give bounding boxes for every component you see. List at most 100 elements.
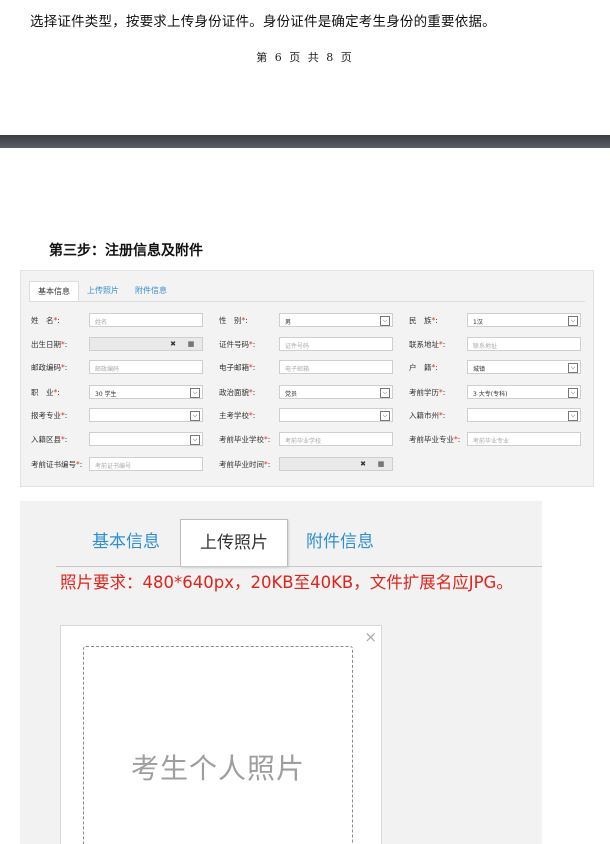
- calendar-icon[interactable]: ▦: [184, 338, 198, 350]
- label-colon: :: [64, 363, 68, 372]
- tab-basic-info[interactable]: 基本信息: [29, 281, 79, 301]
- field-label: 考前毕业专业*:: [409, 434, 460, 445]
- label-colon: :: [267, 460, 271, 469]
- chevron-down-icon: ⌵: [568, 388, 578, 398]
- chevron-down-icon: ⌵: [568, 411, 578, 421]
- field-label-text: 考前毕业学校: [219, 435, 264, 444]
- text-input[interactable]: 联系地址: [467, 337, 581, 351]
- field-label-text: 主考学校: [219, 411, 249, 420]
- text-input[interactable]: 考前毕业专业: [467, 432, 581, 446]
- label-colon: :: [252, 388, 256, 397]
- chevron-down-icon: ⌵: [190, 411, 200, 421]
- field-label: 联系地址*:: [409, 339, 445, 350]
- label-colon: :: [57, 316, 60, 325]
- field-label-text: 考前毕业专业: [409, 435, 454, 444]
- label-colon: :: [252, 363, 256, 372]
- select-field[interactable]: ⌵: [89, 432, 203, 446]
- input-placeholder: 邮政编码: [95, 366, 120, 373]
- field-label: 入籍区县*:: [31, 434, 67, 445]
- field-label-text: 联系地址: [409, 340, 439, 349]
- text-input[interactable]: 考前证书编号: [89, 457, 203, 471]
- field-label: 出生日期*:: [31, 339, 67, 350]
- input-placeholder: 姓名: [95, 319, 108, 326]
- select-value: 1汉: [473, 319, 483, 326]
- field-label-text: 出生日期: [31, 340, 61, 349]
- select-value: 党员: [285, 391, 298, 398]
- text-input[interactable]: 邮政编码: [89, 360, 203, 374]
- text-input[interactable]: 电子邮箱: [279, 360, 393, 374]
- page-separator: [0, 135, 610, 148]
- tab-attachment-info[interactable]: 附件信息: [127, 281, 175, 301]
- photo-tab-upload-photo[interactable]: 上传照片: [180, 519, 288, 567]
- select-field[interactable]: 城镇 ⌵: [467, 360, 581, 374]
- field-label-text: 民 族: [409, 316, 432, 325]
- input-placeholder: 证件号码: [285, 343, 310, 350]
- select-field[interactable]: ⌵: [467, 408, 581, 422]
- clear-icon[interactable]: ✖: [356, 458, 370, 470]
- text-input[interactable]: 姓名: [89, 313, 203, 327]
- field-label-text: 考前毕业时间: [219, 460, 264, 469]
- field-label-text: 姓 名: [31, 316, 54, 325]
- chevron-down-icon: ⌵: [190, 435, 200, 445]
- tab-upload-photo[interactable]: 上传照片: [79, 281, 127, 301]
- tab-divider: [29, 301, 585, 302]
- label-colon: :: [267, 435, 271, 444]
- select-field[interactable]: 30 学生 ⌵: [89, 385, 203, 399]
- photo-tab-attachment-info[interactable]: 附件信息: [306, 519, 374, 566]
- chevron-down-icon: ⌵: [568, 363, 578, 373]
- chevron-down-icon: ⌵: [568, 316, 578, 326]
- field-label: 报考专业*:: [31, 410, 67, 421]
- text-input[interactable]: 考前毕业学校: [279, 432, 393, 446]
- photo-tab-basic-info[interactable]: 基本信息: [92, 519, 160, 566]
- label-colon: :: [435, 316, 438, 325]
- field-label: 民 族*:: [409, 315, 438, 326]
- field-label: 政治面貌*:: [219, 387, 255, 398]
- close-icon[interactable]: ×: [364, 628, 377, 646]
- label-colon: :: [442, 411, 446, 420]
- label-colon: :: [252, 411, 256, 420]
- field-label: 电子邮箱*:: [219, 362, 255, 373]
- select-field[interactable]: ⌵: [279, 408, 393, 422]
- input-placeholder: 电子邮箱: [285, 366, 310, 373]
- photo-tab-divider: [56, 566, 542, 567]
- select-field[interactable]: ⌵: [89, 408, 203, 422]
- field-label-text: 户 籍: [409, 363, 432, 372]
- field-label-text: 职 业: [31, 388, 54, 397]
- field-label: 考前学历*:: [409, 387, 445, 398]
- field-label: 性 别*:: [219, 315, 248, 326]
- label-colon: :: [457, 435, 461, 444]
- field-label-text: 考前学历: [409, 388, 439, 397]
- select-field[interactable]: 1汉 ⌵: [467, 313, 581, 327]
- field-label: 证件号码*:: [219, 339, 255, 350]
- label-colon: :: [252, 340, 256, 349]
- field-label-text: 性 别: [219, 316, 242, 325]
- select-field[interactable]: 党员 ⌵: [279, 385, 393, 399]
- label-colon: :: [64, 435, 68, 444]
- field-label: 姓 名*:: [31, 315, 60, 326]
- label-colon: :: [435, 363, 438, 372]
- photo-dropzone[interactable]: 考生个人照片: [83, 646, 353, 844]
- page-text: 选择证件类型，按要求上传身份证件。身份证件是确定考生身份的重要依据。: [30, 14, 496, 30]
- select-value: 男: [285, 319, 292, 326]
- clear-icon[interactable]: ✖: [166, 338, 180, 350]
- field-label: 入籍市州*:: [409, 410, 445, 421]
- label-colon: :: [57, 388, 60, 397]
- text-input[interactable]: 证件号码: [279, 337, 393, 351]
- field-label-text: 考前证书编号: [31, 460, 76, 469]
- input-placeholder: 考前毕业学校: [285, 438, 322, 445]
- label-colon: :: [442, 340, 446, 349]
- field-label: 职 业*:: [31, 387, 60, 398]
- select-field[interactable]: 3 大专(专科) ⌵: [467, 385, 581, 399]
- field-label: 主考学校*:: [219, 410, 255, 421]
- photo-placeholder: 考生个人照片: [130, 752, 305, 785]
- field-label-text: 证件号码: [219, 340, 249, 349]
- chevron-down-icon: ⌵: [380, 388, 390, 398]
- upload-photo-screenshot: 基本信息 上传照片 附件信息 照片要求：480*640px，20KB至40KB，…: [20, 501, 542, 844]
- field-label: 邮政编码*:: [31, 362, 67, 373]
- input-placeholder: 考前证书编号: [95, 463, 132, 470]
- photo-requirement: 照片要求：480*640px，20KB至40KB，文件扩展名应JPG。: [60, 573, 513, 592]
- date-field[interactable]: ✖ ▦: [279, 457, 393, 471]
- select-field[interactable]: 男 ⌵: [279, 313, 393, 327]
- date-field[interactable]: ✖ ▦: [89, 337, 203, 351]
- calendar-icon[interactable]: ▦: [374, 458, 388, 470]
